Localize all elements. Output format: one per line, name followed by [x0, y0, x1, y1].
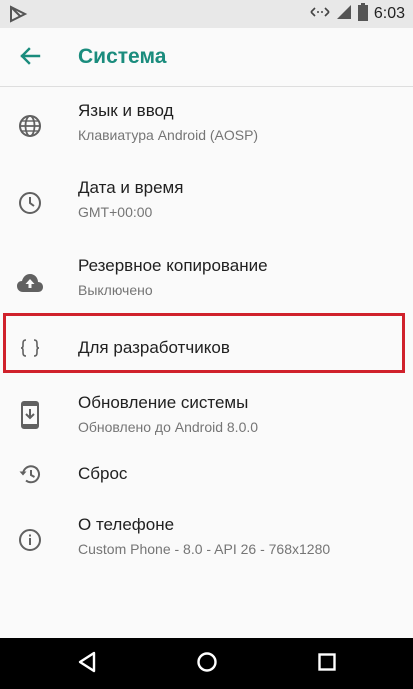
nav-back-button[interactable] [73, 650, 101, 678]
status-icons: 6:03 [310, 0, 405, 28]
item-title: Резервное копирование [78, 256, 268, 275]
settings-screen: 6:03 Система Язык и ввод Клавиатура Andr… [0, 0, 413, 689]
arrow-back-icon [19, 45, 41, 72]
navigation-bar [0, 638, 413, 689]
app-bar: Система [0, 28, 413, 87]
clock-icon [17, 190, 43, 216]
nav-home-button[interactable] [193, 650, 221, 678]
play-store-notification-icon [8, 4, 28, 24]
item-subtitle: Custom Phone - 8.0 - API 26 - 768x1280 [78, 541, 331, 557]
item-subtitle: Выключено [78, 282, 153, 298]
page-title: Система [78, 45, 167, 68]
item-title: Дата и время [78, 178, 184, 197]
globe-icon [17, 113, 43, 139]
back-triangle-icon [77, 651, 97, 678]
list-item-developer-options[interactable]: Для разработчиков [0, 319, 413, 379]
restore-icon [17, 461, 43, 487]
item-subtitle: GMT+00:00 [78, 204, 153, 220]
list-item-date-time[interactable]: Дата и время GMT+00:00 [0, 164, 413, 242]
battery-icon [357, 2, 368, 26]
cloud-upload-icon [17, 270, 43, 296]
nav-recents-button[interactable] [313, 650, 341, 678]
item-title: Язык и ввод [78, 101, 174, 120]
item-title: Сброс [78, 464, 128, 483]
list-item-reset[interactable]: Сброс [0, 457, 413, 509]
code-braces-icon [17, 335, 43, 361]
status-time: 6:03 [373, 5, 405, 22]
item-subtitle: Обновлено до Android 8.0.0 [78, 419, 259, 435]
item-title: О телефоне [78, 515, 175, 534]
list-item-system-update[interactable]: Обновление системы Обновлено до Android … [0, 379, 413, 457]
list-item-language-input[interactable]: Язык и ввод Клавиатура Android (AOSP) [0, 87, 413, 164]
item-subtitle: Клавиатура Android (AOSP) [78, 127, 259, 143]
data-transfer-icon [310, 5, 330, 24]
back-button[interactable] [10, 38, 50, 78]
recents-square-icon [317, 652, 337, 677]
system-update-icon [17, 401, 43, 429]
item-title: Обновление системы [78, 393, 249, 412]
status-bar: 6:03 [0, 0, 413, 28]
list-item-backup[interactable]: Резервное копирование Выключено [0, 242, 413, 319]
item-title: Для разработчиков [78, 338, 230, 357]
home-circle-icon [196, 651, 218, 678]
signal-icon [336, 4, 352, 25]
list-item-about-phone[interactable]: О телефоне Custom Phone - 8.0 - API 26 -… [0, 509, 413, 587]
info-icon [17, 527, 43, 553]
